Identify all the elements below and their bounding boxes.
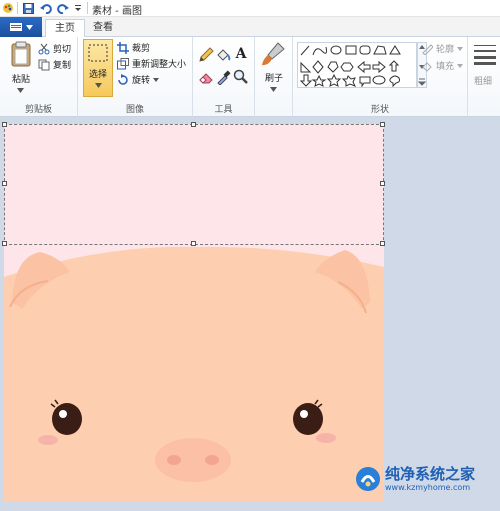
crop-icon (117, 41, 129, 54)
fill-bucket-icon[interactable] (215, 47, 231, 63)
image-group-label: 图像 (125, 105, 144, 115)
save-icon[interactable] (22, 1, 34, 15)
title-bar: 素材 - 画图 (0, 0, 500, 17)
selection-rectangle[interactable] (4, 124, 384, 245)
rotate-button[interactable]: 旋转 (117, 73, 160, 86)
resize-handle[interactable] (380, 181, 385, 186)
undo-icon[interactable] (40, 1, 52, 15)
tools-group-label: 工具 (214, 105, 233, 115)
brushes-group: 刷子 (255, 37, 293, 117)
magnifier-icon[interactable] (233, 69, 249, 85)
resize-handle[interactable] (2, 122, 7, 127)
watermark-name: 纯净系统之家 (385, 465, 476, 483)
copy-icon (38, 59, 50, 70)
shapes-group: 轮廓 填充 形状 (293, 37, 468, 117)
watermark-url: www.kzmyhome.com (385, 483, 471, 492)
brush-icon (262, 42, 285, 66)
chevron-down-icon (270, 87, 277, 92)
divider (17, 2, 18, 14)
crop-button[interactable]: 裁剪 (117, 41, 150, 54)
select-rectangle-icon (88, 44, 108, 62)
chevron-down-icon (17, 88, 24, 93)
tab-view[interactable]: 查看 (84, 19, 122, 37)
ribbon-tabs: 主页 查看 (0, 17, 500, 38)
chevron-down-icon (457, 46, 464, 51)
paste-icon (11, 41, 31, 67)
resize-handle[interactable] (2, 241, 7, 246)
paste-button[interactable]: 粘贴 (8, 41, 34, 93)
select-label: 选择 (88, 70, 107, 80)
rotate-icon (118, 73, 128, 85)
resize-handle[interactable] (191, 122, 196, 127)
pencil-icon[interactable] (198, 47, 214, 63)
resize-handle[interactable] (191, 241, 196, 246)
copy-button[interactable]: 复制 (38, 58, 71, 71)
clipboard-group: 粘贴 剪切 复制 剪贴板 (0, 37, 78, 117)
eraser-icon[interactable] (198, 69, 214, 85)
file-menu-button[interactable] (0, 17, 42, 37)
chevron-down-icon (457, 63, 464, 68)
image-group: 选择 裁剪 重新调整大小 旋转 图像 (78, 37, 193, 117)
pig-drawing (4, 246, 384, 502)
scissors-icon (38, 43, 50, 54)
watermark: 纯净系统之家 www.kzmyhome.com (355, 466, 475, 492)
canvas-area[interactable] (0, 117, 500, 511)
tab-home[interactable]: 主页 (45, 19, 85, 38)
shapes-group-label: 形状 (370, 105, 389, 115)
clipboard-group-label: 剪贴板 (24, 105, 52, 115)
chevron-down-icon (153, 77, 160, 82)
resize-button[interactable]: 重新调整大小 (117, 57, 186, 70)
watermark-logo-icon (356, 467, 380, 491)
outline-label: 轮廓 (436, 45, 455, 55)
shapes-gallery[interactable] (297, 42, 417, 88)
fill-button[interactable]: 填充 (421, 59, 464, 72)
text-tool-icon[interactable]: A (233, 46, 249, 62)
divider (87, 2, 88, 14)
chevron-down-icon (95, 83, 102, 88)
brushes-button[interactable]: 刷子 (260, 41, 288, 95)
customize-toolbar-icon[interactable] (73, 1, 83, 15)
resize-label: 重新调整大小 (132, 60, 187, 70)
paint-app-icon (2, 1, 14, 15)
size-group: 粗细 (468, 37, 500, 117)
fill-icon (422, 61, 432, 72)
cut-button[interactable]: 剪切 (38, 42, 71, 55)
fill-label: 填充 (436, 62, 455, 72)
size-button[interactable]: 粗细 (474, 43, 496, 93)
cut-label: 剪切 (53, 45, 72, 55)
tools-group: A 工具 (193, 37, 255, 117)
color-picker-icon[interactable] (215, 69, 231, 86)
resize-handle[interactable] (380, 122, 385, 127)
outline-button[interactable]: 轮廓 (421, 42, 464, 55)
window-title: 素材 - 画图 (92, 6, 142, 17)
ribbon: 粘贴 剪切 复制 剪贴板 选择 裁剪 重新调整大小 旋转 图像 A 工具 刷子 … (0, 37, 500, 117)
resize-icon (117, 57, 129, 69)
outline-icon (422, 43, 433, 55)
copy-label: 复制 (53, 61, 72, 71)
resize-handle[interactable] (380, 241, 385, 246)
rotate-label: 旋转 (132, 76, 151, 86)
redo-icon[interactable] (57, 1, 69, 15)
brushes-label: 刷子 (264, 74, 283, 84)
line-size-icon (474, 45, 496, 65)
chevron-down-icon (26, 24, 33, 30)
crop-label: 裁剪 (132, 44, 151, 54)
paste-label: 粘贴 (11, 75, 30, 85)
shapes-icons (299, 45, 401, 88)
resize-handle[interactable] (2, 181, 7, 186)
size-label: 粗细 (474, 77, 493, 87)
select-button[interactable]: 选择 (83, 39, 113, 97)
